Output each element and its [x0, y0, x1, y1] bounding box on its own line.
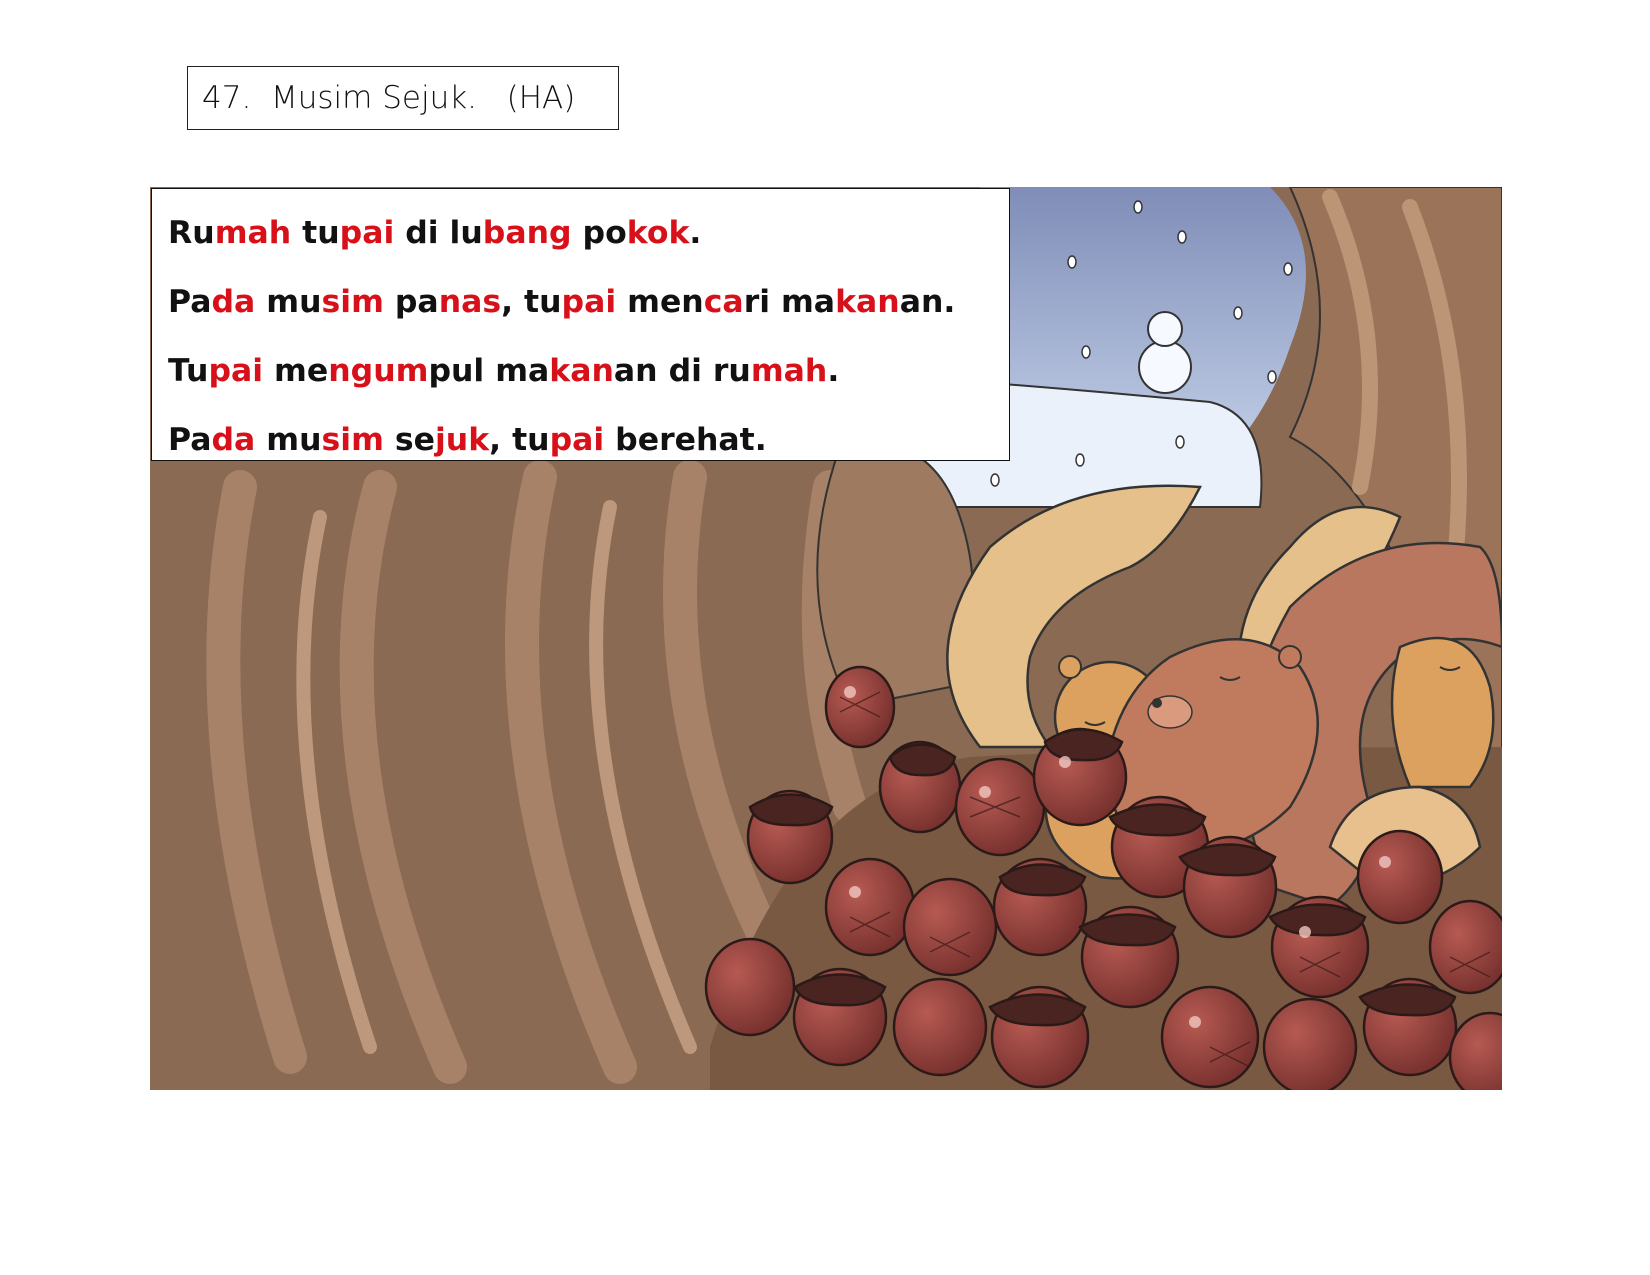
highlighted-syllable: bang: [482, 215, 572, 251]
highlighted-syllable: mah: [750, 353, 828, 389]
syllable-text: .: [827, 353, 840, 389]
highlighted-syllable: kan: [835, 284, 900, 320]
syllable-text: , tu: [501, 284, 562, 320]
highlighted-syllable: da: [211, 422, 256, 458]
highlighted-syllable: kan: [549, 353, 614, 389]
syllable-text: ri ma: [743, 284, 836, 320]
syllable-text: po: [571, 215, 627, 251]
highlighted-syllable: da: [211, 284, 256, 320]
highlighted-syllable: ngum: [328, 353, 429, 389]
highlighted-syllable: mah: [214, 215, 292, 251]
highlighted-syllable: kok: [626, 215, 690, 251]
highlighted-syllable: nas: [438, 284, 502, 320]
syllable-text: Ru: [168, 215, 215, 251]
worksheet-title: 47. Musim Sejuk. (HA): [187, 66, 619, 130]
syllable-text: di lu: [394, 215, 483, 251]
syllable-text: tu: [291, 215, 340, 251]
syllable-text: men: [616, 284, 704, 320]
syllable-text: me: [263, 353, 329, 389]
highlighted-syllable: sim: [321, 422, 384, 458]
syllable-text: mu: [255, 422, 322, 458]
highlighted-syllable: pai: [549, 422, 605, 458]
highlighted-syllable: sim: [321, 284, 384, 320]
sentence-4: Pada musim sejuk, tupai berehat.: [168, 406, 1009, 475]
highlighted-syllable: juk: [435, 422, 490, 458]
sentence-1: Rumah tupai di lubang pokok.: [168, 199, 1009, 268]
syllable-text: pa: [383, 284, 439, 320]
syllable-text: Pa: [168, 422, 212, 458]
sentence-3: Tupai mengumpul makanan di rumah.: [168, 337, 1009, 406]
highlighted-syllable: pai: [339, 215, 395, 251]
highlighted-syllable: pai: [208, 353, 264, 389]
syllable-text: se: [383, 422, 435, 458]
syllable-text: mu: [255, 284, 322, 320]
syllable-text: an di ru: [613, 353, 751, 389]
syllable-text: Tu: [168, 353, 209, 389]
sentence-2: Pada musim panas, tupai mencari makanan.: [168, 268, 1009, 337]
syllable-text: Pa: [168, 284, 212, 320]
highlighted-syllable: ca: [703, 284, 744, 320]
syllable-text: an.: [899, 284, 956, 320]
highlighted-syllable: pai: [561, 284, 617, 320]
syllable-text: , tu: [489, 422, 550, 458]
syllable-text: berehat.: [604, 422, 767, 458]
reading-passage-box: Rumah tupai di lubang pokok. Pada musim …: [151, 188, 1010, 461]
syllable-text: pul ma: [428, 353, 550, 389]
syllable-text: .: [689, 215, 702, 251]
